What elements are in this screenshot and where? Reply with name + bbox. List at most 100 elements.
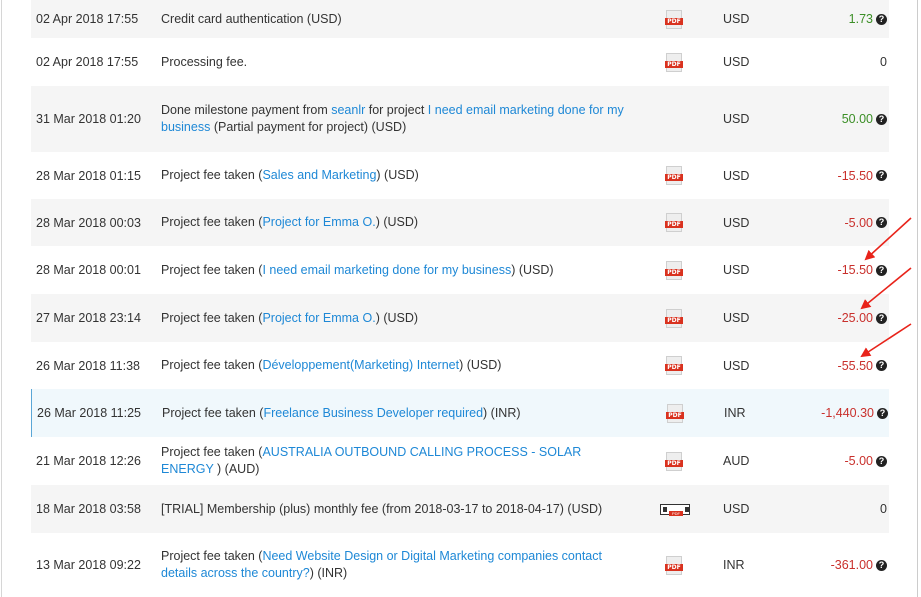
table-row: 21 Mar 2018 12:26 Project fee taken (AUST… [31, 437, 889, 485]
description-link[interactable]: seanlr [331, 103, 365, 117]
transaction-amount: -1,440.30? [772, 389, 888, 437]
description-text: ) (USD) [511, 262, 554, 277]
pdf-icon[interactable]: PDF [665, 260, 683, 280]
transaction-amount: -5.00? [771, 437, 887, 485]
pdf-icon[interactable]: PDF [665, 356, 683, 375]
description-text: ) (INR) [483, 405, 521, 420]
description-text: ) (USD) [459, 358, 502, 372]
description-text: ) (INR) [309, 566, 348, 580]
transaction-description: Project fee taken (Project for Emma O.) … [161, 294, 631, 342]
description-link[interactable]: Project for Emma O. [262, 311, 375, 325]
amount-value: -25.00 [837, 311, 873, 325]
description-link[interactable]: Freelance Business Developer required [263, 406, 483, 420]
currency-code: USD [723, 55, 750, 69]
currency-code: USD [723, 502, 750, 516]
transaction-date: 27 Mar 2018 23:14 [36, 311, 141, 325]
transaction-date: 13 Mar 2018 09:22 [36, 558, 141, 572]
help-icon[interactable]: ? [876, 170, 887, 181]
transaction-date: 31 Mar 2018 01:20 [36, 112, 141, 126]
table-row: 02 Apr 2018 17:55 Processing fee. PDF USD 0 [31, 38, 889, 86]
help-icon[interactable]: ? [876, 360, 887, 371]
description-text: Done milestone payment from [161, 103, 332, 117]
description-text: Project fee taken ( [161, 358, 263, 372]
description-text: Processing fee. [161, 54, 248, 69]
pdf-icon[interactable]: PDF [665, 213, 683, 232]
transaction-description: Project fee taken (I need email marketin… [161, 246, 631, 294]
transaction-description: Project fee taken (Développement(Marketi… [161, 342, 631, 389]
transaction-amount: -5.00? [771, 199, 887, 246]
transaction-amount: -361.00? [771, 533, 887, 597]
transaction-description: Done milestone payment from seanlr for p… [161, 86, 631, 152]
amount-value: -5.00 [844, 215, 874, 230]
pdf-icon[interactable]: PDF [665, 52, 683, 72]
description-link[interactable]: Sales and Marketing [262, 168, 376, 182]
help-icon[interactable]: ? [876, 13, 887, 25]
pdf-icon[interactable]: PDF [665, 555, 683, 575]
transaction-date: 02 Apr 2018 17:55 [36, 55, 139, 69]
left-divider [1, 0, 2, 597]
table-row: 28 Mar 2018 00:01 Project fee taken (I ne… [31, 246, 889, 294]
amount-value: -5.00 [844, 454, 874, 468]
help-icon[interactable]: ? [876, 559, 887, 571]
transaction-date: 26 Mar 2018 11:38 [36, 358, 141, 373]
transaction-date: 28 Mar 2018 00:03 [36, 215, 141, 230]
pdf-icon[interactable]: PDF [665, 451, 683, 471]
amount-value: 0 [880, 502, 887, 516]
table-row: 28 Mar 2018 00:03 Project fee taken (Proj… [31, 199, 889, 246]
description-text: Project fee taken ( [161, 549, 263, 563]
transaction-date: 26 Mar 2018 11:25 [37, 406, 142, 420]
description-link[interactable]: I need email marketing done for my busin… [262, 263, 511, 277]
broken-pdf-icon[interactable]: PDF [660, 503, 690, 516]
description-text: ) (USD) [375, 215, 419, 229]
currency-code: USD [723, 168, 750, 183]
table-row: 13 Mar 2018 09:22 Project fee taken (Need… [31, 533, 889, 597]
currency-code: USD [723, 311, 750, 325]
pdf-icon[interactable]: PDF [665, 308, 683, 328]
transaction-amount: 0 [771, 485, 887, 533]
pdf-icon[interactable]: PDF [665, 9, 683, 29]
description-text: (Partial payment for project) (USD) [210, 120, 407, 134]
currency-code: USD [723, 215, 750, 230]
transaction-date: 28 Mar 2018 00:01 [36, 263, 141, 277]
currency-code: AUD [723, 454, 750, 468]
table-row: 26 Mar 2018 11:38 Project fee taken (Déve… [31, 342, 889, 389]
transaction-date: 02 Apr 2018 17:55 [36, 12, 139, 26]
transaction-amount: -25.00? [771, 294, 887, 342]
help-icon[interactable]: ? [877, 407, 888, 419]
help-icon[interactable]: ? [876, 312, 887, 324]
transaction-date: 18 Mar 2018 03:58 [36, 502, 141, 516]
transaction-amount: 1.73? [771, 0, 887, 38]
amount-value: -1,440.30 [821, 406, 874, 420]
currency-code: USD [723, 12, 750, 26]
description-text: for project [365, 103, 428, 117]
transaction-description: Project fee taken (Freelance Business De… [162, 389, 632, 437]
description-text: Credit card authentication (USD) [161, 11, 342, 26]
help-icon[interactable]: ? [876, 264, 887, 276]
currency-code: INR [723, 558, 745, 572]
description-text: Project fee taken ( [161, 168, 263, 182]
description-text: Project fee taken ( [161, 445, 263, 459]
table-row: 31 Mar 2018 01:20 Done milestone payment … [31, 86, 889, 152]
transaction-description: [TRIAL] Membership (plus) monthly fee (f… [161, 485, 631, 533]
pdf-icon[interactable]: PDF [666, 403, 684, 423]
transaction-description: Project fee taken (Project for Emma O.) … [161, 199, 631, 246]
pdf-icon[interactable]: PDF [665, 166, 683, 185]
description-text: ) (USD) [375, 310, 419, 325]
help-icon[interactable]: ? [876, 217, 887, 228]
amount-value: 0 [880, 55, 887, 69]
amount-value: 50.00 [841, 112, 873, 126]
transaction-date: 21 Mar 2018 12:26 [36, 454, 141, 468]
transaction-description: Project fee taken (AUSTRALIA OUTBOUND CA… [161, 437, 631, 485]
description-text: Project fee taken ( [161, 262, 263, 277]
table-row: 18 Mar 2018 03:58 [TRIAL] Membership (plu… [31, 485, 889, 533]
table-row: 27 Mar 2018 23:14 Project fee taken (Proj… [31, 294, 889, 342]
help-icon[interactable]: ? [876, 455, 887, 467]
transaction-description: Project fee taken (Need Website Design o… [161, 533, 631, 597]
amount-value: 1.73 [848, 12, 873, 26]
table-row: 26 Mar 2018 11:25 Project fee taken (Free… [31, 389, 889, 437]
help-icon[interactable]: ? [876, 113, 887, 125]
description-link[interactable]: Développement(Marketing) Internet [262, 358, 459, 372]
description-link[interactable]: Project for Emma O. [262, 215, 375, 229]
table-row: 28 Mar 2018 01:15 Project fee taken (Sale… [31, 152, 889, 199]
transaction-description: Credit card authentication (USD) [161, 0, 631, 38]
